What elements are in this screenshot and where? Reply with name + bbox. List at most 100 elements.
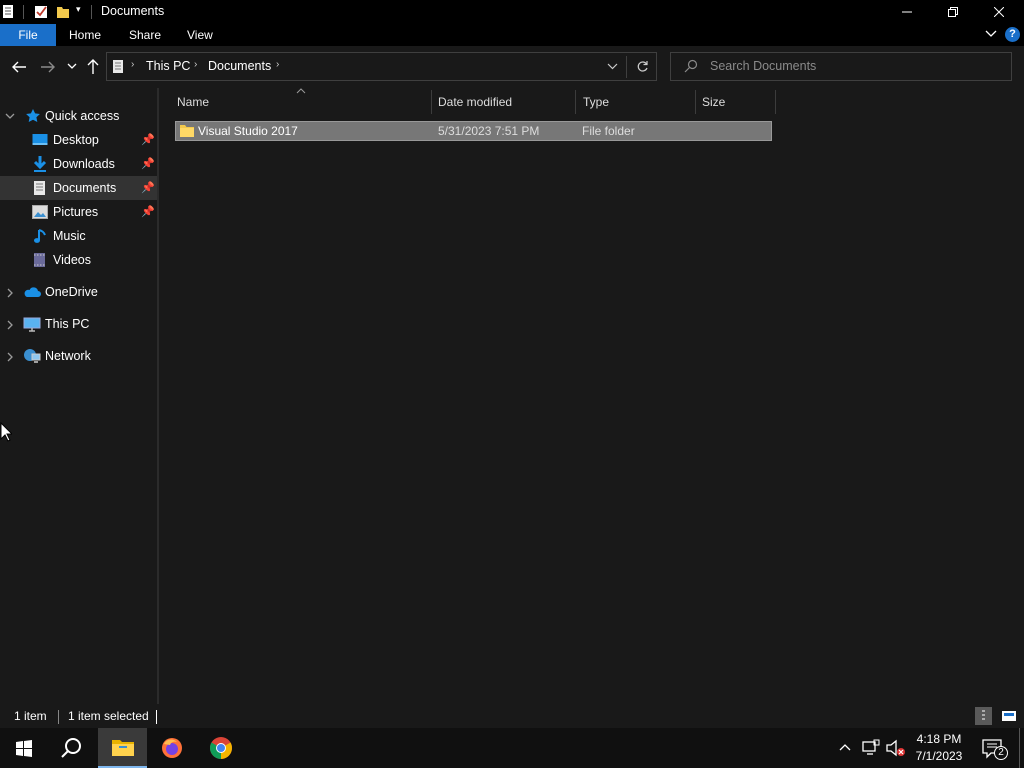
tab-view[interactable]: View — [187, 24, 213, 46]
network-status-icon[interactable] — [862, 739, 880, 757]
column-divider[interactable] — [575, 90, 576, 114]
restore-icon — [948, 7, 958, 17]
windows-icon — [16, 740, 32, 757]
documents-icon — [113, 60, 123, 73]
customize-qat-icon[interactable]: ▾ — [76, 4, 81, 15]
clock-date: 7/1/2023 — [915, 749, 963, 763]
nav-item-music[interactable]: Music — [0, 224, 157, 248]
mouse-cursor-icon — [0, 422, 12, 442]
nav-item-desktop[interactable]: Desktop 📌 — [0, 128, 157, 152]
clock[interactable]: 4:18 PM 7/1/2023 — [913, 731, 965, 765]
nav-item-videos[interactable]: Videos — [0, 248, 157, 272]
taskbar-file-explorer[interactable] — [98, 728, 147, 768]
large-icons-view-icon[interactable] — [1001, 709, 1017, 723]
show-desktop-button[interactable] — [1019, 728, 1020, 768]
nav-label: Music — [53, 229, 86, 243]
show-hidden-icons-icon[interactable] — [839, 743, 851, 751]
expand-chevron-icon[interactable] — [5, 113, 15, 120]
search-icon — [61, 738, 81, 758]
notification-badge: 2 — [994, 746, 1008, 760]
file-properties-icon[interactable] — [2, 4, 14, 19]
expand-ribbon-icon[interactable] — [985, 29, 997, 39]
tab-share[interactable]: Share — [129, 24, 161, 46]
computer-icon — [23, 317, 41, 332]
new-folder-icon[interactable] — [56, 4, 70, 19]
minimize-button[interactable] — [884, 0, 930, 24]
breadcrumb-documents[interactable]: Documents — [208, 59, 271, 73]
nav-item-downloads[interactable]: Downloads 📌 — [0, 152, 157, 176]
minimize-icon — [902, 11, 912, 13]
restore-button[interactable] — [930, 0, 976, 24]
cloud-icon — [24, 287, 41, 297]
expand-chevron-icon[interactable] — [7, 288, 14, 298]
nav-this-pc[interactable]: This PC — [0, 312, 157, 336]
pin-icon[interactable]: 📌 — [141, 181, 155, 194]
pin-icon[interactable]: 📌 — [141, 133, 155, 146]
search-placeholder[interactable]: Search Documents — [710, 59, 816, 73]
column-header-size[interactable]: Size — [702, 92, 725, 112]
nav-onedrive[interactable]: OneDrive — [0, 280, 157, 304]
videos-icon — [34, 253, 45, 267]
taskbar-firefox[interactable] — [148, 728, 196, 768]
documents-icon — [34, 181, 45, 195]
status-bar — [0, 704, 1024, 728]
taskbar-chrome[interactable] — [197, 728, 245, 768]
nav-quick-access[interactable]: Quick access — [0, 104, 157, 128]
divider — [91, 5, 92, 19]
column-divider[interactable] — [775, 90, 776, 114]
recent-locations-icon[interactable] — [67, 63, 77, 71]
volume-muted-icon[interactable] — [886, 739, 906, 757]
back-arrow-icon[interactable] — [11, 60, 27, 74]
tab-file[interactable]: File — [0, 24, 56, 46]
nav-label: OneDrive — [45, 285, 98, 299]
tab-home[interactable]: Home — [69, 24, 101, 46]
nav-item-pictures[interactable]: Pictures 📌 — [0, 200, 157, 224]
pin-icon[interactable]: 📌 — [141, 205, 155, 218]
pin-icon[interactable]: 📌 — [141, 157, 155, 170]
forward-arrow-icon[interactable] — [40, 60, 56, 74]
details-view-icon — [982, 710, 985, 720]
column-header-date-modified[interactable]: Date modified — [438, 92, 512, 112]
column-header-name[interactable]: Name — [177, 92, 209, 112]
nav-label: Documents — [53, 181, 117, 195]
close-button[interactable] — [976, 0, 1022, 24]
downloads-icon — [33, 156, 47, 172]
breadcrumb-chevron-icon[interactable]: › — [276, 59, 279, 70]
desktop-icon — [32, 134, 48, 145]
file-explorer-icon — [111, 740, 134, 756]
divider — [23, 5, 24, 19]
breadcrumb-this-pc[interactable]: This PC — [146, 59, 190, 73]
status-item-count: 1 item — [14, 709, 47, 723]
file-name[interactable]: Visual Studio 2017 — [198, 121, 298, 141]
window-title: Documents — [101, 4, 165, 18]
details-view-button[interactable] — [975, 707, 992, 725]
checkmark-icon[interactable] — [34, 4, 48, 19]
file-type: File folder — [582, 124, 635, 138]
firefox-icon — [162, 738, 182, 758]
address-dropdown-icon[interactable] — [607, 63, 618, 71]
refresh-icon[interactable] — [636, 60, 649, 73]
file-date-modified: 5/31/2023 7:51 PM — [438, 124, 540, 138]
nav-label: Quick access — [45, 109, 120, 123]
up-arrow-icon[interactable] — [86, 58, 100, 75]
column-header-type[interactable]: Type — [583, 92, 609, 112]
nav-label: Desktop — [53, 133, 99, 147]
folder-icon — [180, 125, 194, 137]
column-divider[interactable] — [695, 90, 696, 114]
expand-chevron-icon[interactable] — [7, 320, 14, 330]
chrome-icon — [210, 737, 232, 759]
nav-network[interactable]: Network — [0, 344, 157, 368]
clock-time: 4:18 PM — [916, 732, 962, 746]
nav-label: Downloads — [53, 157, 115, 171]
expand-chevron-icon[interactable] — [7, 352, 14, 362]
column-divider[interactable] — [431, 90, 432, 114]
search-taskbar-button[interactable] — [48, 728, 96, 768]
file-list[interactable] — [159, 88, 1024, 704]
nav-item-documents[interactable]: Documents 📌 — [0, 176, 157, 200]
close-icon — [994, 7, 1004, 17]
divider — [58, 710, 59, 724]
pictures-icon — [32, 205, 48, 219]
search-icon — [684, 59, 698, 73]
help-icon[interactable]: ? — [1005, 27, 1020, 42]
start-button[interactable] — [0, 728, 48, 768]
